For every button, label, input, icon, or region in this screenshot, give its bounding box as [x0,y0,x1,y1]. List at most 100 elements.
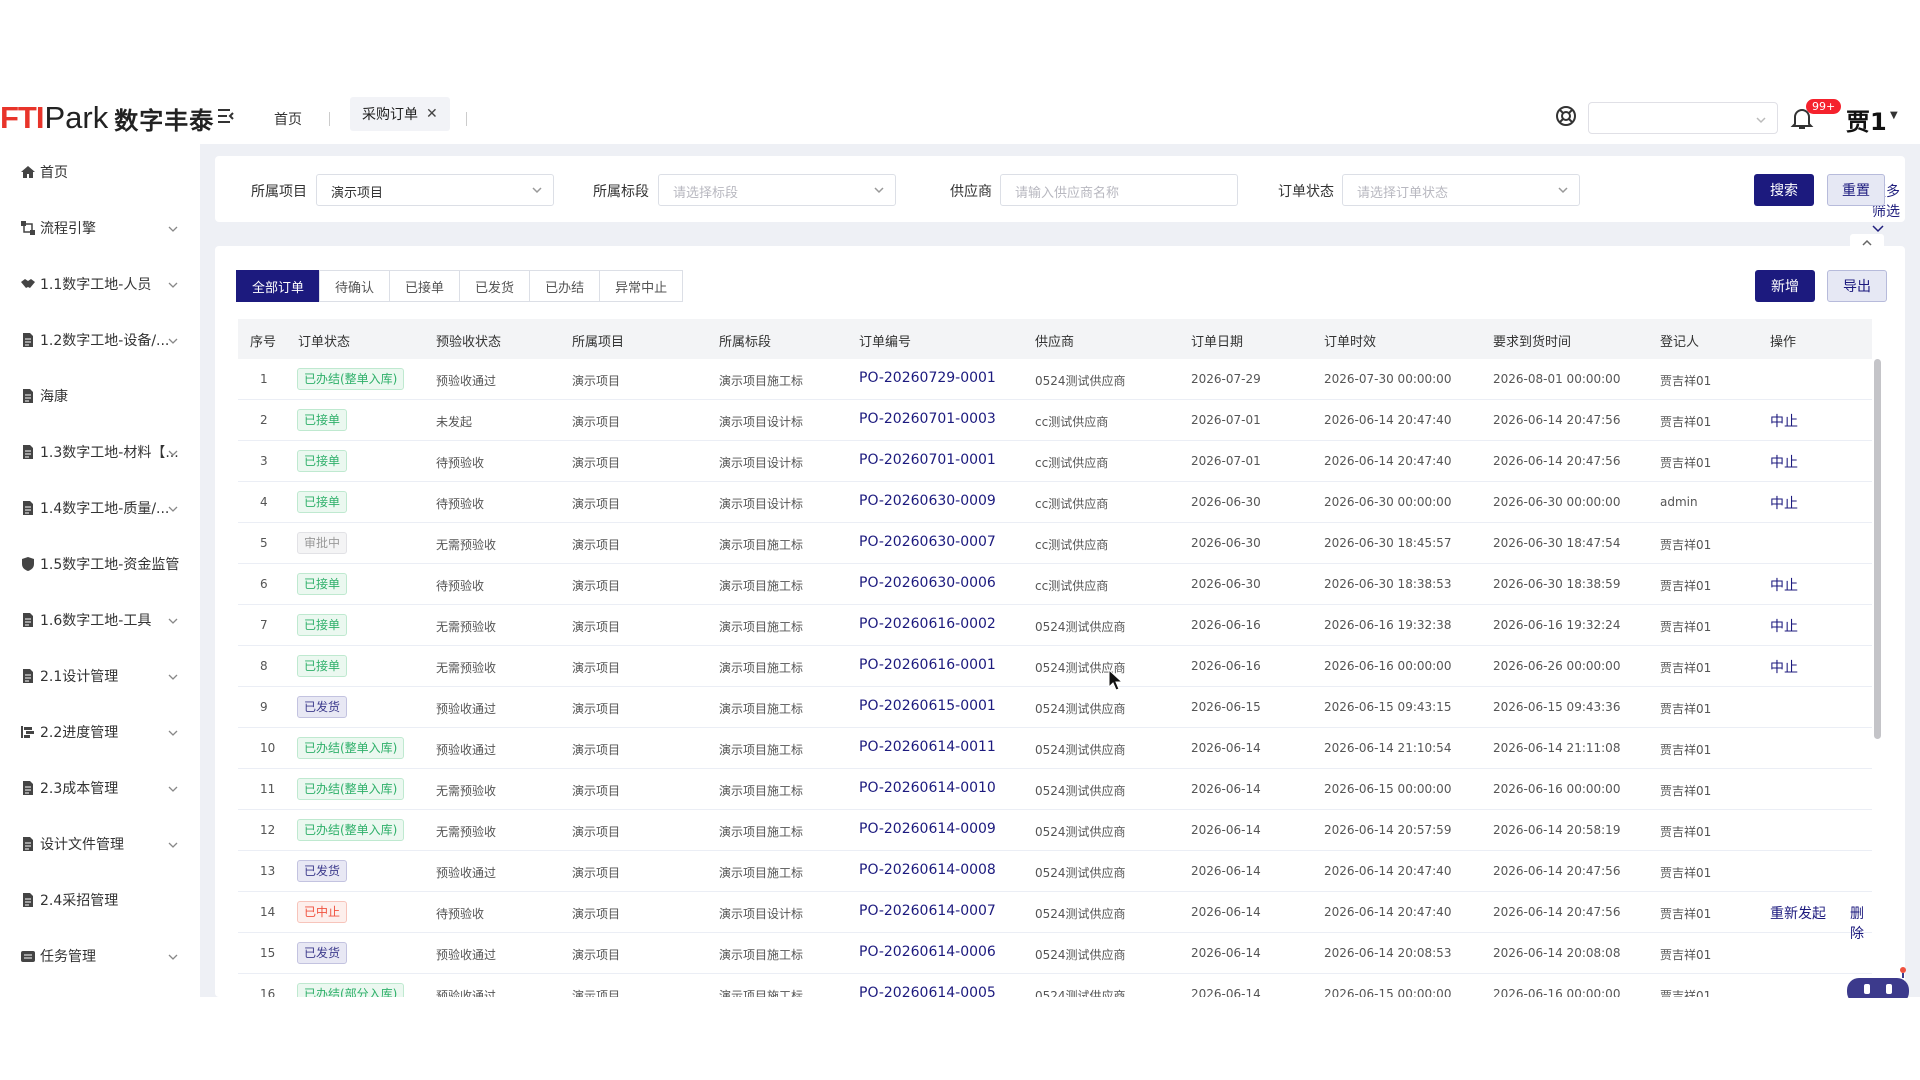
table-row[interactable]: 13 已发货 预验收通过 演示项目 演示项目施工标 PO-20260614-0008 052… [238,851,1872,892]
logo-park-text: Park [44,100,109,135]
table-cell: 2026-06-15 [1191,700,1261,714]
order-number-link[interactable]: PO-20260614-0006 [859,944,996,960]
order-number-link[interactable]: PO-20260614-0011 [859,739,996,755]
order-number-link[interactable]: PO-20260701-0001 [859,452,996,468]
order-number-link[interactable]: PO-20260630-0006 [859,575,996,591]
sidebar-item[interactable]: 首页 [0,152,200,192]
table-cell: 演示项目 [572,743,621,757]
status-tab[interactable]: 待确认 [319,270,391,302]
sidebar-item[interactable]: 海康 [0,376,200,416]
sidebar-item[interactable]: 2.4采招管理 [0,880,200,920]
project-select[interactable]: 演示项目 [316,174,554,206]
status-tab[interactable]: 全部订单 [236,270,321,302]
table-row[interactable]: 2 已接单 未发起 演示项目 演示项目设计标 PO-20260701-0003 cc测试供应… [238,400,1872,441]
table-row[interactable]: 5 审批中 无需预验收 演示项目 演示项目施工标 PO-20260630-0007 cc测试… [238,523,1872,564]
menu-collapse-icon[interactable] [216,106,236,126]
sidebar-item[interactable]: 1.3数字工地-材料【... [0,432,200,472]
table-row[interactable]: 4 已接单 待预验收 演示项目 演示项目设计标 PO-20260630-0009 cc测试供… [238,482,1872,523]
table-row[interactable]: 9 已发货 预验收通过 演示项目 演示项目施工标 PO-20260615-0001 0524… [238,687,1872,728]
table-row[interactable]: 3 已接单 待预验收 演示项目 演示项目设计标 PO-20260701-0001 cc测试供… [238,441,1872,482]
status-tab[interactable]: 已接单 [389,270,461,302]
table-cell: 2026-06-30 18:38:59 [1493,577,1621,591]
header-select[interactable] [1588,102,1778,134]
sidebar-item[interactable]: 2.1设计管理 [0,656,200,696]
sidebar-item[interactable]: 流程引擎 [0,208,200,248]
search-button[interactable]: 搜索 [1754,174,1814,206]
table-row[interactable]: 7 已接单 无需预验收 演示项目 演示项目施工标 PO-20260616-0002 0524… [238,605,1872,646]
add-button[interactable]: 新增 [1755,270,1815,302]
status-select[interactable]: 请选择订单状态 [1342,174,1580,206]
status-badge: 已接单 [297,409,348,431]
help-icon[interactable] [1554,104,1578,128]
caret-down-icon[interactable]: ▼ [1890,110,1898,121]
tab-home[interactable]: 首页 [268,105,308,133]
tasks-icon [20,948,36,964]
status-filter-label: 订单状态 [1278,184,1334,200]
row-action-link[interactable]: 重新发起 [1770,903,1826,923]
sidebar-item[interactable]: 设计文件管理 [0,824,200,864]
table-row[interactable]: 11 已办结(整单入库) 无需预验收 演示项目 演示项目施工标 PO-20260614-0… [238,769,1872,810]
supplier-input-placeholder: 请输入供应商名称 [1015,186,1120,201]
table-row[interactable]: 6 已接单 待预验收 演示项目 演示项目施工标 PO-20260630-0006 cc测试供… [238,564,1872,605]
user-name[interactable]: 贾1 [1846,102,1887,137]
order-number-link[interactable]: PO-20260615-0001 [859,698,996,714]
status-tab[interactable]: 已办结 [529,270,601,302]
table-row[interactable]: 16 已办结(部分入库) 预验收通过 演示项目 演示项目施工标 PO-20260614-0… [238,974,1872,997]
table-row[interactable]: 12 已办结(整单入库) 无需预验收 演示项目 演示项目施工标 PO-20260614-0… [238,810,1872,851]
section-select[interactable]: 请选择标段 [658,174,896,206]
sidebar-item[interactable]: 1.2数字工地-设备/... [0,320,200,360]
sidebar-item[interactable]: 1.6数字工地-工具 [0,600,200,640]
column-header: 所属项目 [572,335,625,350]
order-number-link[interactable]: PO-20260614-0009 [859,821,996,837]
assistant-robot-icon[interactable] [1846,966,1912,1004]
order-number-link[interactable]: PO-20260616-0002 [859,616,996,632]
column-header: 订单日期 [1191,335,1244,350]
row-action-link[interactable]: 中止 [1770,493,1798,513]
table-row[interactable]: 1 已办结(整单入库) 预验收通过 演示项目 演示项目施工标 PO-20260729-00… [238,359,1872,400]
order-number-link[interactable]: PO-20260729-0001 [859,370,996,386]
shield-icon [20,556,36,572]
order-number-link[interactable]: PO-20260614-0010 [859,780,996,796]
row-action-link[interactable]: 中止 [1770,616,1798,636]
table-scrollbar[interactable] [1874,359,1881,739]
table-cell: 贾吉祥01 [1660,579,1712,593]
sidebar-item[interactable]: 1.5数字工地-资金监管 [0,544,200,584]
status-badge: 已发货 [297,696,348,718]
order-number-link[interactable]: PO-20260614-0007 [859,903,996,919]
table-cell: 2026-06-15 09:43:36 [1493,700,1621,714]
sidebar-item[interactable]: 1.4数字工地-质量/... [0,488,200,528]
order-number-link[interactable]: PO-20260630-0009 [859,493,996,509]
table-row[interactable]: 14 已中止 待预验收 演示项目 演示项目设计标 PO-20260614-0007 0524… [238,892,1872,942]
order-number-link[interactable]: PO-20260614-0008 [859,862,996,878]
reset-button[interactable]: 重置 [1827,174,1885,206]
tab-purchase-order[interactable]: 采购订单 ✕ [350,97,450,131]
status-tab[interactable]: 已发货 [459,270,531,302]
table-row[interactable]: 8 已接单 无需预验收 演示项目 演示项目施工标 PO-20260616-0001 0524… [238,646,1872,687]
mouse-cursor-icon [1108,668,1124,691]
table-cell: 2026-06-14 21:11:08 [1493,741,1621,755]
row-action-link[interactable]: 中止 [1770,452,1798,472]
status-tab[interactable]: 异常中止 [599,270,684,302]
table-row[interactable]: 10 已办结(整单入库) 预验收通过 演示项目 演示项目施工标 PO-20260614-0… [238,728,1872,769]
document-icon [20,612,36,628]
close-icon[interactable]: ✕ [426,106,438,122]
table-cell: 未发起 [436,415,473,429]
sidebar-item[interactable]: 2.3成本管理 [0,768,200,808]
export-button[interactable]: 导出 [1827,270,1887,302]
table-cell: 贾吉祥01 [1660,907,1712,921]
row-action-link[interactable]: 中止 [1770,575,1798,595]
row-action-link[interactable]: 中止 [1770,411,1798,431]
table-cell: cc测试供应商 [1035,456,1109,470]
sidebar-item[interactable]: 2.2进度管理 [0,712,200,752]
supplier-input[interactable]: 请输入供应商名称 [1000,174,1238,206]
status-badge: 已发货 [297,860,348,882]
order-number-link[interactable]: PO-20260630-0007 [859,534,996,550]
order-number-link[interactable]: PO-20260614-0005 [859,985,996,997]
row-action-link[interactable]: 中止 [1770,657,1798,677]
order-number-link[interactable]: PO-20260616-0001 [859,657,996,673]
app-logo[interactable]: FTI Park 数字丰泰 [0,100,214,136]
sidebar-item[interactable]: 任务管理 [0,936,200,976]
table-row[interactable]: 15 已发货 预验收通过 演示项目 演示项目施工标 PO-20260614-0006 052… [238,933,1872,974]
order-number-link[interactable]: PO-20260701-0003 [859,411,996,427]
sidebar-item[interactable]: 1.1数字工地-人员 [0,264,200,304]
